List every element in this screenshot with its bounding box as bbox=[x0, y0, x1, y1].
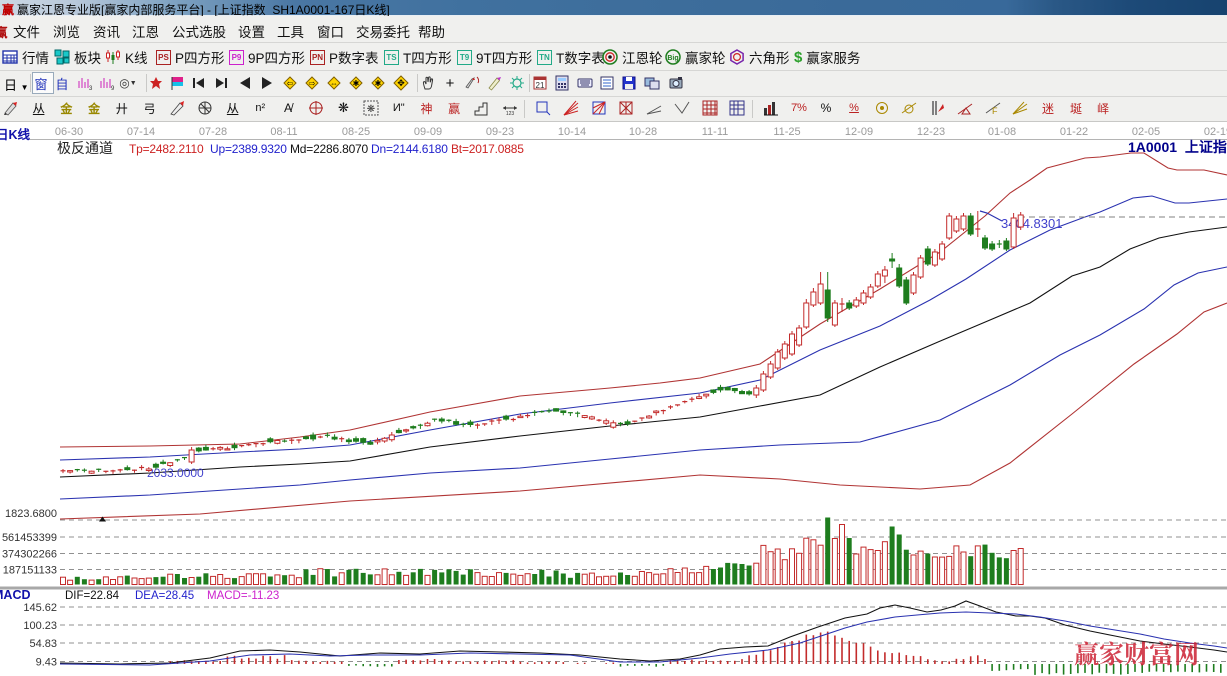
svg-text:极反通道: 极反通道 bbox=[57, 140, 113, 156]
svg-text:09-23: 09-23 bbox=[486, 126, 514, 138]
svg-text:02-19: 02-19 bbox=[1204, 126, 1227, 138]
svg-text:374302266: 374302266 bbox=[2, 549, 57, 561]
svg-text:10-28: 10-28 bbox=[629, 126, 657, 138]
svg-text:Md=2286.8070: Md=2286.8070 bbox=[290, 142, 369, 156]
svg-text:11-11: 11-11 bbox=[702, 126, 729, 138]
svg-text:10-14: 10-14 bbox=[558, 126, 586, 138]
svg-text:08-11: 08-11 bbox=[270, 126, 297, 138]
svg-text:123: 123 bbox=[505, 111, 514, 116]
svg-text:赢家财富网: 赢家财富网 bbox=[1074, 635, 1199, 671]
svg-text:09-09: 09-09 bbox=[414, 126, 442, 138]
svg-text:日K线: 日K线 bbox=[0, 127, 31, 142]
svg-text:54.83: 54.83 bbox=[29, 638, 57, 650]
svg-text:06-30: 06-30 bbox=[55, 126, 83, 138]
svg-text:07-14: 07-14 bbox=[127, 126, 155, 138]
svg-text:9.43: 9.43 bbox=[36, 657, 57, 669]
svg-text:11-25: 11-25 bbox=[773, 126, 800, 138]
svg-text:561453399: 561453399 bbox=[2, 532, 57, 544]
svg-text:Bt=2017.0885: Bt=2017.0885 bbox=[451, 142, 524, 156]
svg-text:Big: Big bbox=[667, 55, 678, 62]
svg-text:⇔: ⇔ bbox=[330, 79, 338, 88]
svg-text:F: F bbox=[992, 106, 998, 116]
svg-text:✱: ✱ bbox=[353, 79, 360, 88]
svg-text:1823.6800: 1823.6800 bbox=[5, 508, 57, 520]
svg-text:3: 3 bbox=[89, 86, 93, 91]
svg-text:DIF=22.84: DIF=22.84 bbox=[65, 590, 120, 602]
svg-text:9: 9 bbox=[111, 86, 115, 91]
svg-text:⇨: ⇨ bbox=[309, 79, 316, 88]
svg-text:02-05: 02-05 bbox=[1132, 126, 1160, 138]
svg-text:MACD=-11.23: MACD=-11.23 bbox=[207, 590, 279, 602]
svg-text:187151133: 187151133 bbox=[3, 565, 57, 577]
svg-text:145.62: 145.62 bbox=[23, 602, 57, 614]
svg-text:21: 21 bbox=[536, 81, 545, 90]
svg-text:01-22: 01-22 bbox=[1060, 126, 1088, 138]
svg-text:✥: ✥ bbox=[397, 78, 405, 88]
svg-text:Dn=2144.6180: Dn=2144.6180 bbox=[371, 142, 448, 156]
svg-text:01-08: 01-08 bbox=[988, 126, 1016, 138]
svg-text:Tp=2482.2110: Tp=2482.2110 bbox=[129, 142, 204, 156]
svg-text:07-28: 07-28 bbox=[199, 126, 227, 138]
svg-text:✱: ✱ bbox=[375, 79, 382, 88]
svg-text:MACD: MACD bbox=[0, 588, 31, 602]
svg-text:08-25: 08-25 bbox=[342, 126, 370, 138]
svg-text:DEA=28.45: DEA=28.45 bbox=[135, 590, 194, 602]
svg-text:Up=2389.9320: Up=2389.9320 bbox=[210, 142, 287, 156]
svg-text:❋: ❋ bbox=[367, 104, 375, 115]
svg-text:12-23: 12-23 bbox=[917, 126, 945, 138]
svg-text:⇦: ⇦ bbox=[287, 79, 294, 88]
svg-text:3404.8301: 3404.8301 bbox=[1001, 216, 1062, 231]
svg-text:12-09: 12-09 bbox=[845, 126, 873, 138]
svg-text:100.23: 100.23 bbox=[23, 620, 57, 632]
